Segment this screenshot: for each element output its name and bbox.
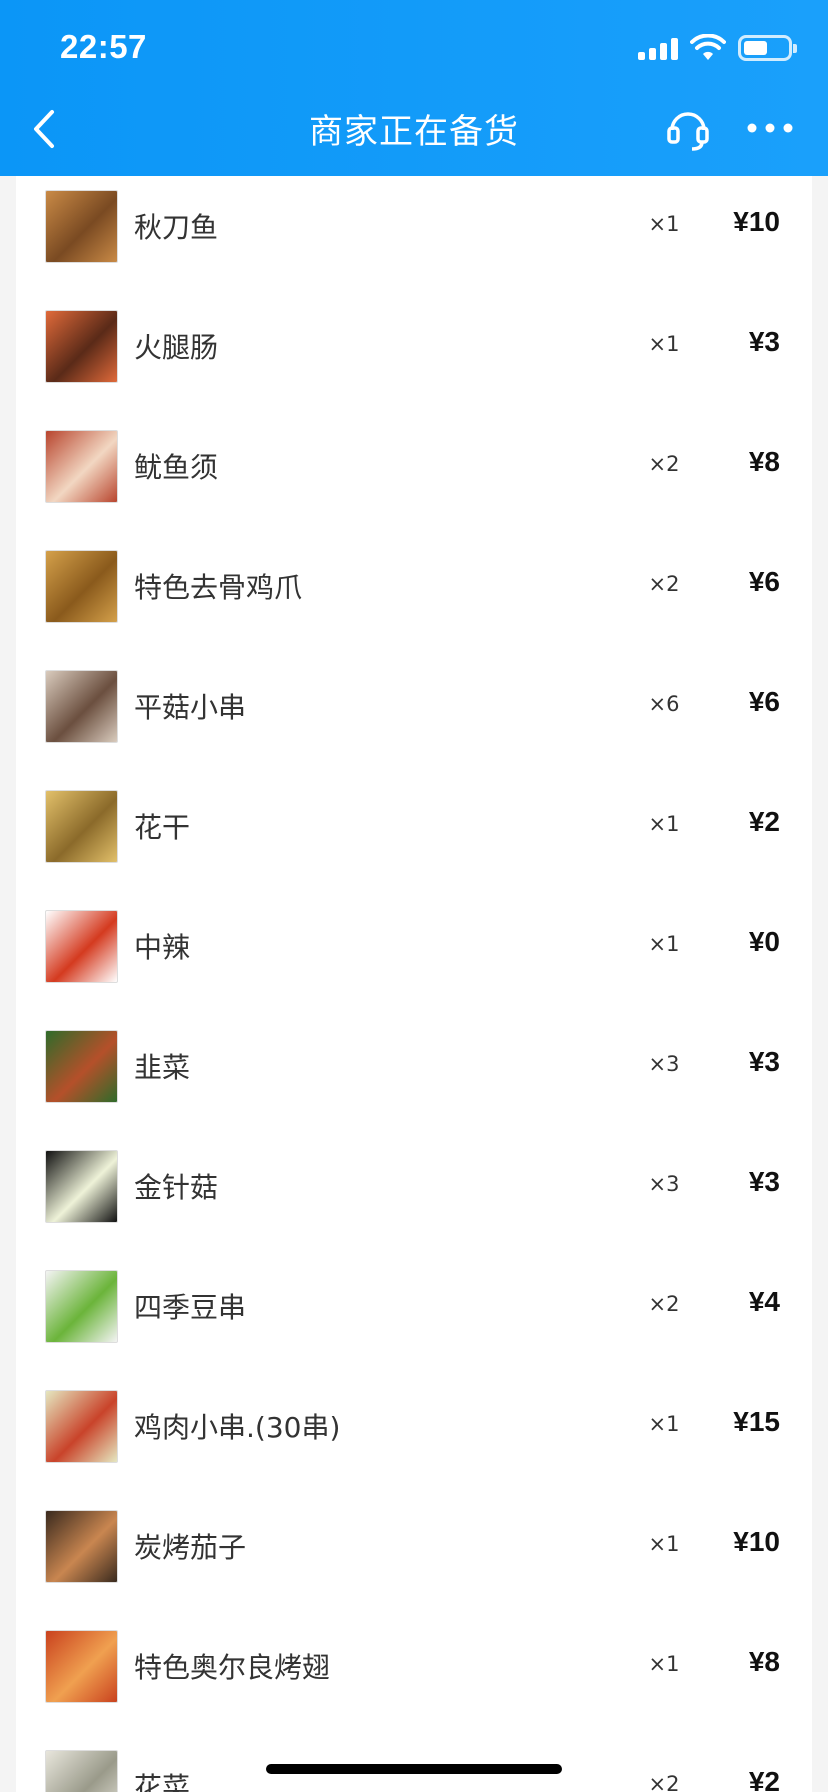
list-item[interactable]: 花干 ×1 ¥2 [16,776,812,896]
list-item[interactable]: 中辣 ×1 ¥0 [16,896,812,1016]
list-item[interactable]: 火腿肠 ×1 ¥3 [16,296,812,416]
list-item[interactable]: 炭烤茄子 ×1 ¥10 [16,1496,812,1616]
status-icons [638,34,797,62]
battery-icon [738,35,797,61]
item-name: 花干 [134,811,191,844]
item-quantity: ×1 [648,812,680,836]
item-quantity: ×1 [648,1652,680,1676]
more-icon[interactable] [746,116,794,140]
signal-icon [638,36,678,60]
item-price: ¥3 [748,1046,780,1077]
item-price: ¥4 [748,1286,780,1317]
item-name: 四季豆串 [134,1291,247,1324]
status-time: 22:57 [60,28,147,65]
list-item[interactable]: 四季豆串 ×2 ¥4 [16,1256,812,1376]
list-item[interactable]: 秋刀鱼 ×1 ¥10 [16,176,812,296]
item-quantity: ×2 [648,452,680,476]
item-price: ¥6 [748,566,780,597]
list-item[interactable]: 金针菇 ×3 ¥3 [16,1136,812,1256]
list-item[interactable]: 韭菜 ×3 ¥3 [16,1016,812,1136]
item-thumbnail [45,550,118,623]
item-quantity: ×3 [648,1172,680,1196]
item-price: ¥10 [733,206,780,237]
item-name: 特色奥尔良烤翅 [134,1651,331,1684]
item-price: ¥8 [748,446,780,477]
item-price: ¥2 [748,806,780,837]
item-quantity: ×2 [648,1772,680,1792]
item-thumbnail [45,790,118,863]
item-quantity: ×1 [648,332,680,356]
item-thumbnail [45,1390,118,1463]
list-item[interactable]: 特色去骨鸡爪 ×2 ¥6 [16,536,812,656]
item-quantity: ×2 [648,572,680,596]
list-item[interactable]: 平菇小串 ×6 ¥6 [16,656,812,776]
item-price: ¥0 [748,926,780,957]
home-indicator [266,1764,562,1774]
item-name: 鱿鱼须 [134,451,219,484]
list-item[interactable]: 特色奥尔良烤翅 ×1 ¥8 [16,1616,812,1736]
item-price: ¥8 [748,1646,780,1677]
item-thumbnail [45,190,118,263]
wifi-icon [690,34,726,60]
list-item[interactable]: 鸡肉小串.(30串) ×1 ¥15 [16,1376,812,1496]
item-quantity: ×3 [648,1052,680,1076]
item-quantity: ×6 [648,692,680,716]
list-item[interactable]: 鱿鱼须 ×2 ¥8 [16,416,812,536]
item-price: ¥2 [748,1766,780,1792]
item-thumbnail [45,670,118,743]
item-name: 秋刀鱼 [134,211,219,244]
item-quantity: ×1 [648,1412,680,1436]
item-price: ¥3 [748,326,780,357]
item-thumbnail [45,430,118,503]
item-price: ¥10 [733,1526,780,1557]
item-quantity: ×1 [648,932,680,956]
item-name: 火腿肠 [134,331,219,364]
customer-service-icon[interactable] [664,104,712,152]
item-thumbnail [45,1150,118,1223]
item-thumbnail [45,1510,118,1583]
item-name: 金针菇 [134,1171,219,1204]
item-quantity: ×2 [648,1292,680,1316]
item-name: 特色去骨鸡爪 [134,571,303,604]
item-thumbnail [45,910,118,983]
item-thumbnail [45,1270,118,1343]
item-name: 韭菜 [134,1051,191,1084]
item-price: ¥3 [748,1166,780,1197]
order-items-list: 秋刀鱼 ×1 ¥10 火腿肠 ×1 ¥3 鱿鱼须 ×2 ¥8 特色去骨鸡爪 ×2 ¥6 平菇小串 ×6 ¥6… [16,176,812,1792]
item-thumbnail [45,1630,118,1703]
item-name: 炭烤茄子 [134,1531,247,1564]
item-thumbnail [45,1030,118,1103]
item-price: ¥15 [733,1406,780,1437]
item-name: 中辣 [134,931,191,964]
item-name: 平菇小串 [134,691,247,724]
item-thumbnail [45,1750,118,1792]
item-name: 鸡肉小串.(30串) [134,1411,341,1444]
item-quantity: ×1 [648,212,680,236]
item-price: ¥6 [748,686,780,717]
top-header: 22:57 商家正在备货 [0,0,828,176]
item-quantity: ×1 [648,1532,680,1556]
item-thumbnail [45,310,118,383]
item-name: 花菜 [134,1771,191,1792]
